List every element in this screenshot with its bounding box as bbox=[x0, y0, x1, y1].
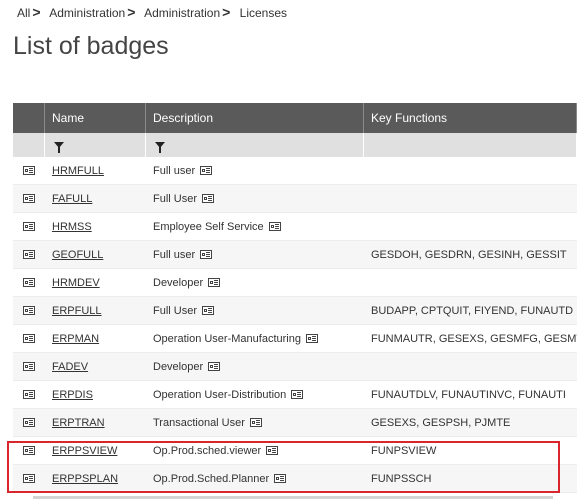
filter-icon[interactable] bbox=[54, 142, 64, 153]
table-row[interactable]: HRMSS Employee Self Service bbox=[13, 213, 577, 241]
badge-name-link[interactable]: ERPFULL bbox=[52, 305, 102, 317]
description-detail-icon[interactable] bbox=[266, 446, 279, 455]
description-detail-icon[interactable] bbox=[202, 306, 215, 315]
badge-description: Developer bbox=[153, 276, 204, 289]
key-functions-cell: FUNPSSCH bbox=[371, 472, 432, 485]
breadcrumb-all[interactable]: All bbox=[17, 6, 30, 20]
filter-icon[interactable] bbox=[155, 142, 165, 153]
key-functions-cell: BUDAPP, CPTQUIT, FIYEND, FUNAUTD bbox=[371, 304, 574, 317]
table-row[interactable]: ERPPSVIEW Op.Prod.sched.viewer FUNPSVIEW bbox=[13, 437, 577, 465]
badge-description: Op.Prod.sched.viewer bbox=[153, 444, 262, 457]
badge-description: Full user bbox=[153, 164, 196, 177]
key-functions-cell bbox=[364, 185, 577, 212]
badge-description: Employee Self Service bbox=[153, 220, 264, 233]
badge-name-link[interactable]: FAFULL bbox=[52, 193, 92, 205]
table-row[interactable]: ERPFULL Full User BUDAPP, CPTQUIT, FIYEND,… bbox=[13, 297, 577, 325]
badge-name-link[interactable]: ERPPSVIEW bbox=[52, 445, 117, 457]
breadcrumb-licenses: Licenses bbox=[239, 6, 288, 20]
table-row[interactable]: HRMDEV Developer bbox=[13, 269, 577, 297]
table-row[interactable]: ERPPSPLAN Op.Prod.Sched.Planner FUNPSSCH bbox=[13, 465, 577, 493]
chevron-right-icon: > bbox=[127, 4, 136, 20]
row-detail-icon[interactable] bbox=[23, 362, 35, 371]
badge-description: Op.Prod.Sched.Planner bbox=[153, 472, 270, 485]
header-icon-column bbox=[13, 103, 45, 133]
badge-name-link[interactable]: FADEV bbox=[52, 361, 88, 373]
badge-name-link[interactable]: HRMDEV bbox=[52, 277, 100, 289]
badge-description: Full user bbox=[153, 248, 196, 261]
badge-name-link[interactable]: ERPTRAN bbox=[52, 417, 105, 429]
description-detail-icon[interactable] bbox=[305, 334, 318, 343]
table-row[interactable]: HRMFULL Full user bbox=[13, 157, 577, 185]
table-body: HRMFULL Full user FAFULL Full User HRMSS Empl… bbox=[13, 157, 577, 493]
row-detail-icon[interactable] bbox=[23, 278, 35, 287]
badge-name-link[interactable]: GEOFULL bbox=[52, 249, 103, 261]
key-functions-cell: GESDOH, GESDRN, GESINH, GESSIT bbox=[371, 248, 567, 261]
chevron-right-icon: > bbox=[222, 4, 231, 20]
row-detail-icon[interactable] bbox=[23, 474, 35, 483]
row-detail-icon[interactable] bbox=[23, 250, 35, 259]
badges-table: Name Description Key Functions HRMFULL Fu… bbox=[13, 103, 577, 493]
badge-name-link[interactable]: HRMFULL bbox=[52, 165, 104, 177]
badge-description: Operation User-Manufacturing bbox=[153, 332, 301, 345]
table-row[interactable]: FADEV Developer bbox=[13, 353, 577, 381]
description-detail-icon[interactable] bbox=[249, 418, 262, 427]
badge-description: Operation User-Distribution bbox=[153, 388, 287, 401]
description-detail-icon[interactable] bbox=[291, 390, 304, 399]
key-functions-cell bbox=[364, 269, 577, 296]
row-detail-icon[interactable] bbox=[23, 446, 35, 455]
table-row[interactable]: FAFULL Full User bbox=[13, 185, 577, 213]
description-detail-icon[interactable] bbox=[200, 250, 213, 259]
chevron-right-icon: > bbox=[32, 4, 41, 20]
description-detail-icon[interactable] bbox=[208, 362, 221, 371]
table-row[interactable]: ERPDIS Operation User-Distribution FUNAUTD… bbox=[13, 381, 577, 409]
description-detail-icon[interactable] bbox=[274, 474, 287, 483]
badge-description: Transactional User bbox=[153, 416, 245, 429]
badge-description: Developer bbox=[153, 360, 204, 373]
key-functions-cell bbox=[364, 157, 577, 184]
breadcrumb: All > Administration > Administration > Lic… bbox=[17, 4, 287, 20]
key-functions-cell bbox=[364, 213, 577, 240]
row-detail-icon[interactable] bbox=[23, 418, 35, 427]
filter-row bbox=[13, 133, 577, 157]
row-detail-icon[interactable] bbox=[23, 334, 35, 343]
breadcrumb-administration[interactable]: Administration bbox=[49, 6, 125, 20]
row-detail-icon[interactable] bbox=[23, 306, 35, 315]
key-functions-cell: GESEXS, GESPSH, PJMTE bbox=[371, 416, 511, 429]
table-row[interactable]: GEOFULL Full user GESDOH, GESDRN, GESINH, … bbox=[13, 241, 577, 269]
badge-name-link[interactable]: ERPPSPLAN bbox=[52, 473, 118, 485]
description-detail-icon[interactable] bbox=[202, 194, 215, 203]
description-detail-icon[interactable] bbox=[200, 166, 213, 175]
breadcrumb-administration-2[interactable]: Administration bbox=[144, 6, 220, 20]
column-header-description[interactable]: Description bbox=[146, 103, 364, 133]
page-title: List of badges bbox=[13, 32, 169, 60]
key-functions-cell bbox=[364, 353, 577, 380]
table-header: Name Description Key Functions bbox=[13, 103, 577, 133]
badge-name-link[interactable]: ERPDIS bbox=[52, 389, 93, 401]
row-detail-icon[interactable] bbox=[23, 194, 35, 203]
table-row[interactable]: ERPTRAN Transactional User GESEXS, GESPSH,… bbox=[13, 409, 577, 437]
column-header-name[interactable]: Name bbox=[45, 103, 146, 133]
key-functions-cell: FUNMAUTR, GESEXS, GESMFG, GESMT bbox=[371, 332, 577, 345]
description-detail-icon[interactable] bbox=[268, 222, 281, 231]
key-functions-cell: FUNPSVIEW bbox=[371, 444, 437, 457]
horizontal-scrollbar[interactable] bbox=[33, 496, 553, 499]
column-header-key-functions[interactable]: Key Functions bbox=[364, 103, 577, 133]
badge-description: Full User bbox=[153, 192, 198, 205]
badge-name-link[interactable]: ERPMAN bbox=[52, 333, 99, 345]
row-detail-icon[interactable] bbox=[23, 222, 35, 231]
row-detail-icon[interactable] bbox=[23, 166, 35, 175]
description-detail-icon[interactable] bbox=[208, 278, 221, 287]
key-functions-cell: FUNAUTDLV, FUNAUTINVC, FUNAUTI bbox=[371, 388, 566, 401]
table-row[interactable]: ERPMAN Operation User-Manufacturing FUNMAU… bbox=[13, 325, 577, 353]
badge-name-link[interactable]: HRMSS bbox=[52, 221, 92, 233]
row-detail-icon[interactable] bbox=[23, 390, 35, 399]
badge-description: Full User bbox=[153, 304, 198, 317]
